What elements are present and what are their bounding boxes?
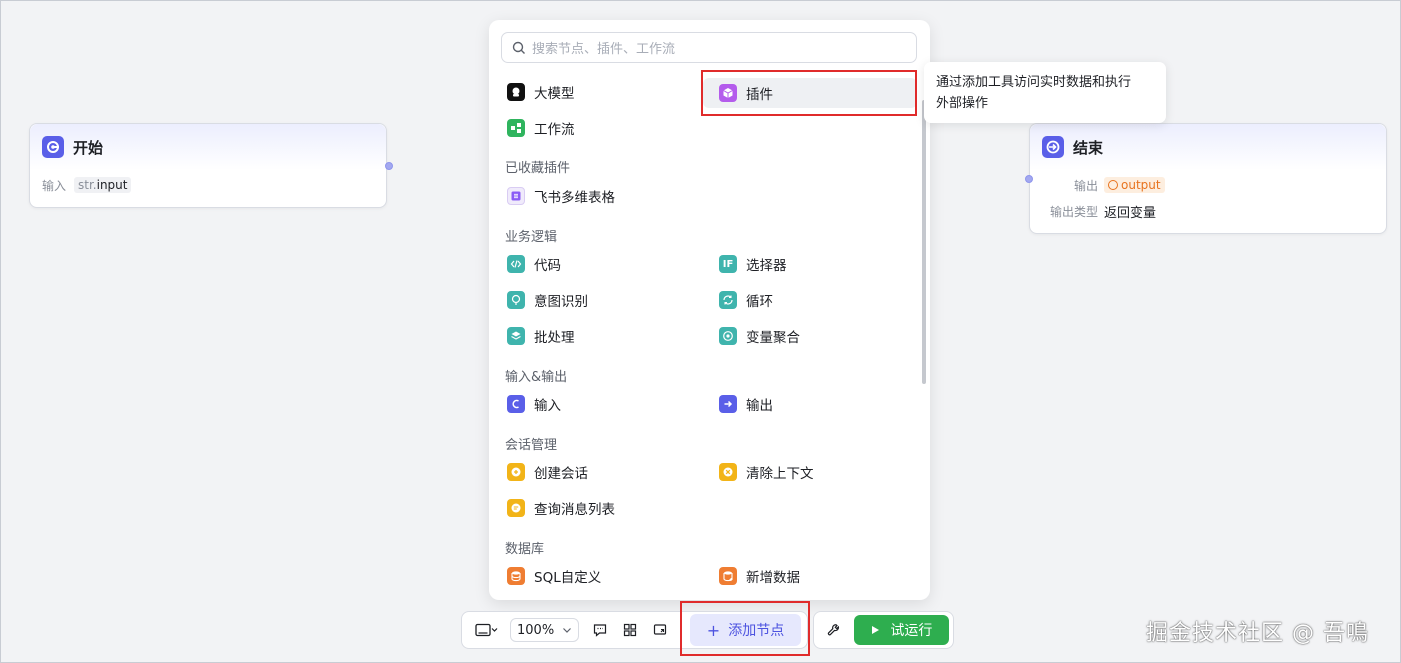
add-data-icon [719, 567, 737, 585]
item-create-chat[interactable]: 创建会话 [507, 459, 588, 485]
aggregate-icon [719, 327, 737, 345]
panel-scrollbar[interactable] [922, 100, 926, 384]
item-variable-aggregate[interactable]: 变量聚合 [719, 323, 800, 349]
add-node-button[interactable]: + 添加节点 [690, 614, 801, 646]
tooltip-line-2: 外部操作 [936, 96, 989, 111]
end-icon [1042, 136, 1064, 158]
item-intent[interactable]: 意图识别 [507, 287, 588, 313]
loop-icon [719, 291, 737, 309]
zoom-value: 100% [517, 622, 555, 638]
search-icon [512, 41, 525, 54]
search-placeholder: 搜索节点、插件、工作流 [532, 42, 676, 57]
clear-context-icon [719, 463, 737, 481]
auto-layout-button[interactable] [615, 616, 645, 644]
sql-icon [507, 567, 525, 585]
minimap-icon [653, 624, 667, 635]
llm-icon [507, 83, 525, 101]
if-icon: IF [719, 255, 737, 273]
input-icon [507, 395, 525, 413]
category-title: 数据库 [505, 542, 545, 557]
item-sql-custom[interactable]: SQL自定义 [507, 563, 601, 589]
end-input-port[interactable] [1025, 175, 1033, 183]
start-icon [42, 136, 64, 158]
comment-icon [593, 624, 607, 637]
add-node-label: 添加节点 [728, 623, 785, 639]
end-node[interactable]: 结束 输出 output 输出类型 返回变量 [1029, 123, 1387, 234]
chevron-down-icon [563, 628, 571, 633]
item-add-data[interactable]: 新增数据 [719, 563, 800, 589]
comment-button[interactable] [585, 616, 615, 644]
node-search-input[interactable]: 搜索节点、插件、工作流 [501, 32, 917, 63]
item-workflow[interactable]: 工作流 [507, 115, 575, 141]
item-code[interactable]: 代码 [507, 251, 561, 277]
code-icon [507, 255, 525, 273]
start-input-param: str.input [74, 177, 132, 193]
layout-mode-button[interactable] [470, 616, 504, 644]
end-node-title: 结束 [1073, 138, 1104, 157]
start-output-port[interactable] [385, 162, 393, 170]
start-node[interactable]: 开始 输入 str.input [29, 123, 387, 208]
debug-settings-button[interactable] [818, 616, 850, 644]
start-input-label: 输入 [42, 178, 67, 193]
item-message-list[interactable]: 查询消息列表 [507, 495, 615, 521]
item-llm[interactable]: 大模型 [507, 79, 575, 105]
watermark: 掘金技术社区 @ 吾鳴 [1146, 621, 1369, 646]
spreadsheet-icon [507, 187, 525, 205]
workflow-icon [507, 119, 525, 137]
intent-icon [507, 291, 525, 309]
run-toolbar: 试运行 [813, 611, 954, 649]
end-output-type-value: 返回变量 [1104, 205, 1157, 221]
category-title: 已收藏插件 [505, 161, 571, 176]
category-title: 业务逻辑 [505, 230, 558, 245]
end-output-var: output [1104, 177, 1165, 193]
start-node-title: 开始 [73, 138, 104, 157]
minimap-button[interactable] [645, 616, 675, 644]
item-plugin[interactable]: 插件 [703, 78, 917, 108]
batch-icon [507, 327, 525, 345]
plugin-icon [719, 84, 737, 102]
item-batch[interactable]: 批处理 [507, 323, 575, 349]
test-run-button[interactable]: 试运行 [853, 615, 949, 645]
create-chat-icon [507, 463, 525, 481]
item-clear-context[interactable]: 清除上下文 [719, 459, 814, 485]
item-feishu-bitable[interactable]: 飞书多维表格 [507, 183, 615, 209]
output-icon [719, 395, 737, 413]
message-list-icon [507, 499, 525, 517]
item-loop[interactable]: 循环 [719, 287, 773, 313]
grid-layout-icon [623, 623, 637, 637]
tooltip-line-1: 通过添加工具访问实时数据和执行 [936, 75, 1132, 90]
zoom-select[interactable]: 100% [510, 618, 579, 642]
item-output[interactable]: 输出 [719, 391, 773, 417]
warning-icon [1108, 180, 1118, 190]
play-icon [872, 626, 880, 634]
wrench-icon [827, 624, 839, 636]
plugin-tooltip: 通过添加工具访问实时数据和执行 外部操作 [924, 62, 1166, 123]
item-input[interactable]: 输入 [507, 391, 561, 417]
end-output-label: 输出 [1073, 178, 1098, 193]
test-run-label: 试运行 [890, 623, 933, 639]
screen-icon [475, 623, 498, 637]
end-output-type-label: 输出类型 [1049, 204, 1098, 219]
category-title: 输入&输出 [505, 370, 568, 385]
plus-icon: + [706, 620, 721, 640]
node-picker-panel: 搜索节点、插件、工作流 大模型 插件 工作流 已收藏插件 飞书多维表格 业务逻辑… [489, 20, 930, 600]
category-title: 会话管理 [505, 438, 558, 453]
item-if-selector[interactable]: IF 选择器 [719, 251, 787, 277]
